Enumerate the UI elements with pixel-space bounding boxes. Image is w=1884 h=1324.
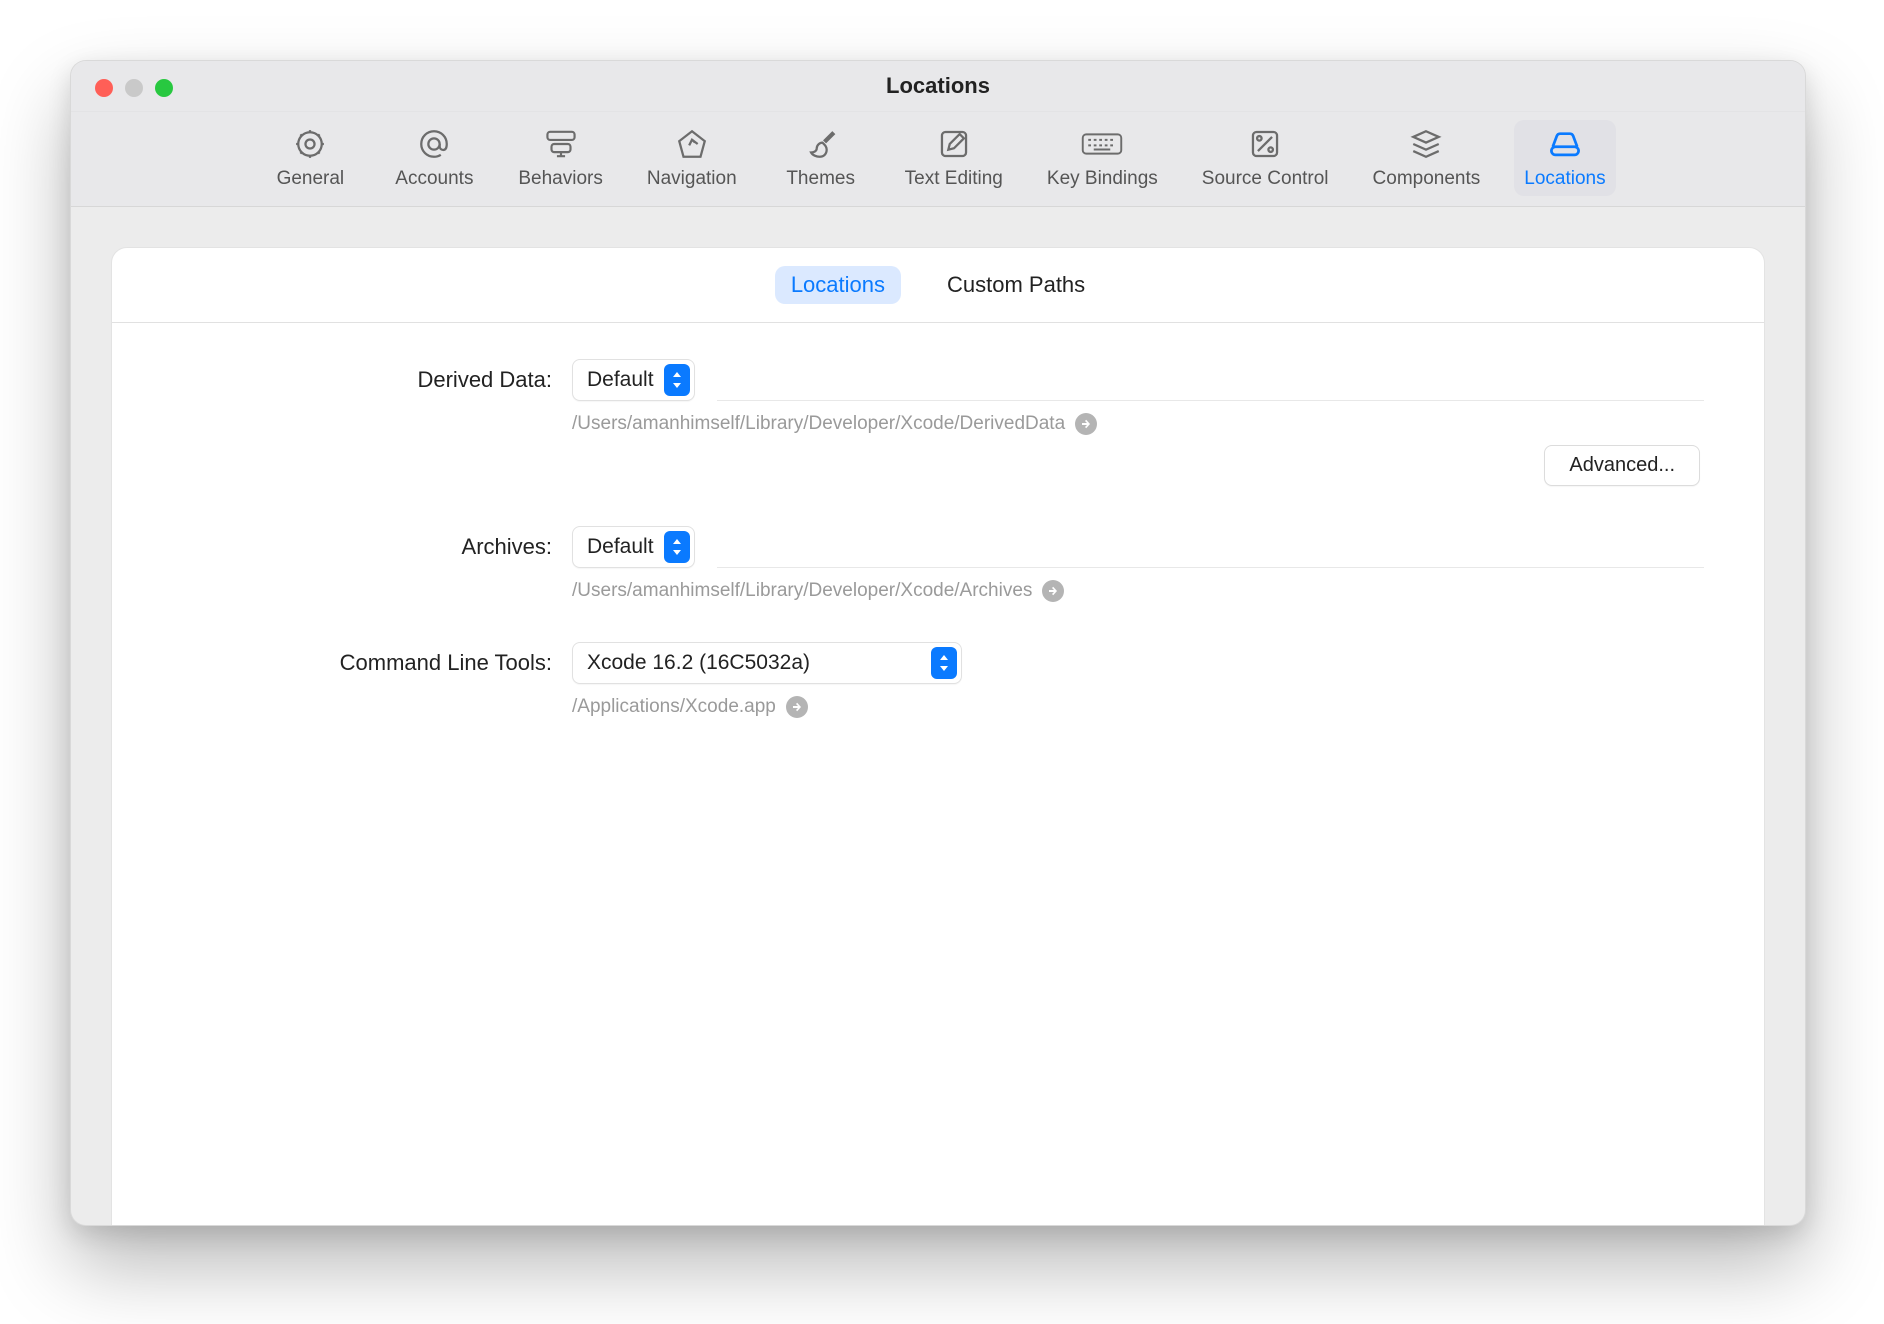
tab-general[interactable]: General <box>260 120 360 196</box>
command-line-tools-label: Command Line Tools: <box>172 642 552 676</box>
subtab-locations[interactable]: Locations <box>775 266 901 304</box>
popup-arrows-icon <box>931 647 957 679</box>
subtab-custom-paths[interactable]: Custom Paths <box>931 266 1101 304</box>
subtabs: Locations Custom Paths <box>112 248 1764 323</box>
popup-arrows-icon <box>664 364 690 396</box>
command-line-tools-popup[interactable]: Xcode 16.2 (16C5032a) <box>572 642 962 684</box>
archives-popup[interactable]: Default <box>572 526 695 568</box>
at-sign-icon <box>417 126 451 162</box>
derived-data-row: Derived Data: Default <box>172 359 1704 486</box>
behaviors-icon <box>542 126 580 162</box>
disk-icon <box>1546 126 1584 162</box>
gear-icon <box>293 126 327 162</box>
preferences-window: Locations General <box>70 60 1806 1226</box>
archives-row: Archives: Default /Use <box>172 526 1704 602</box>
tab-locations[interactable]: Locations <box>1514 120 1615 196</box>
tab-text-editing[interactable]: Text Editing <box>895 120 1013 196</box>
command-line-tools-path: /Applications/Xcode.app <box>572 696 776 718</box>
derived-data-path-field <box>717 360 1704 401</box>
zoom-window-button[interactable] <box>155 79 173 97</box>
edit-square-icon <box>937 126 971 162</box>
close-window-button[interactable] <box>95 79 113 97</box>
tab-themes[interactable]: Themes <box>771 120 871 196</box>
derived-data-label: Derived Data: <box>172 359 552 393</box>
reveal-archives-button[interactable] <box>1042 580 1064 602</box>
traffic-lights <box>95 79 173 97</box>
tab-behaviors[interactable]: Behaviors <box>508 120 613 196</box>
popup-arrows-icon <box>664 531 690 563</box>
tab-navigation[interactable]: Navigation <box>637 120 747 196</box>
keyboard-icon <box>1080 126 1124 162</box>
archives-path: /Users/amanhimself/Library/Developer/Xco… <box>572 580 1032 602</box>
tab-components[interactable]: Components <box>1363 120 1491 196</box>
tab-accounts[interactable]: Accounts <box>384 120 484 196</box>
stack-icon <box>1409 126 1443 162</box>
derived-data-path: /Users/amanhimself/Library/Developer/Xco… <box>572 413 1065 435</box>
navigation-icon <box>675 126 709 162</box>
derived-data-popup[interactable]: Default <box>572 359 695 401</box>
reveal-derived-data-button[interactable] <box>1075 413 1097 435</box>
source-control-icon <box>1248 126 1282 162</box>
reveal-clt-button[interactable] <box>786 696 808 718</box>
tab-source-control[interactable]: Source Control <box>1192 120 1339 196</box>
locations-panel: Locations Custom Paths Derived Data: Def… <box>111 247 1765 1226</box>
preferences-toolbar: General Accounts <box>71 112 1805 207</box>
archives-label: Archives: <box>172 526 552 560</box>
advanced-button[interactable]: Advanced... <box>1544 445 1700 486</box>
minimize-window-button[interactable] <box>125 79 143 97</box>
window-title: Locations <box>886 73 990 99</box>
tab-key-bindings[interactable]: Key Bindings <box>1037 120 1168 196</box>
command-line-tools-row: Command Line Tools: Xcode 16.2 (16C5032a… <box>172 642 1704 718</box>
paintbrush-icon <box>804 126 838 162</box>
titlebar: Locations <box>71 61 1805 112</box>
archives-path-field <box>717 527 1704 568</box>
